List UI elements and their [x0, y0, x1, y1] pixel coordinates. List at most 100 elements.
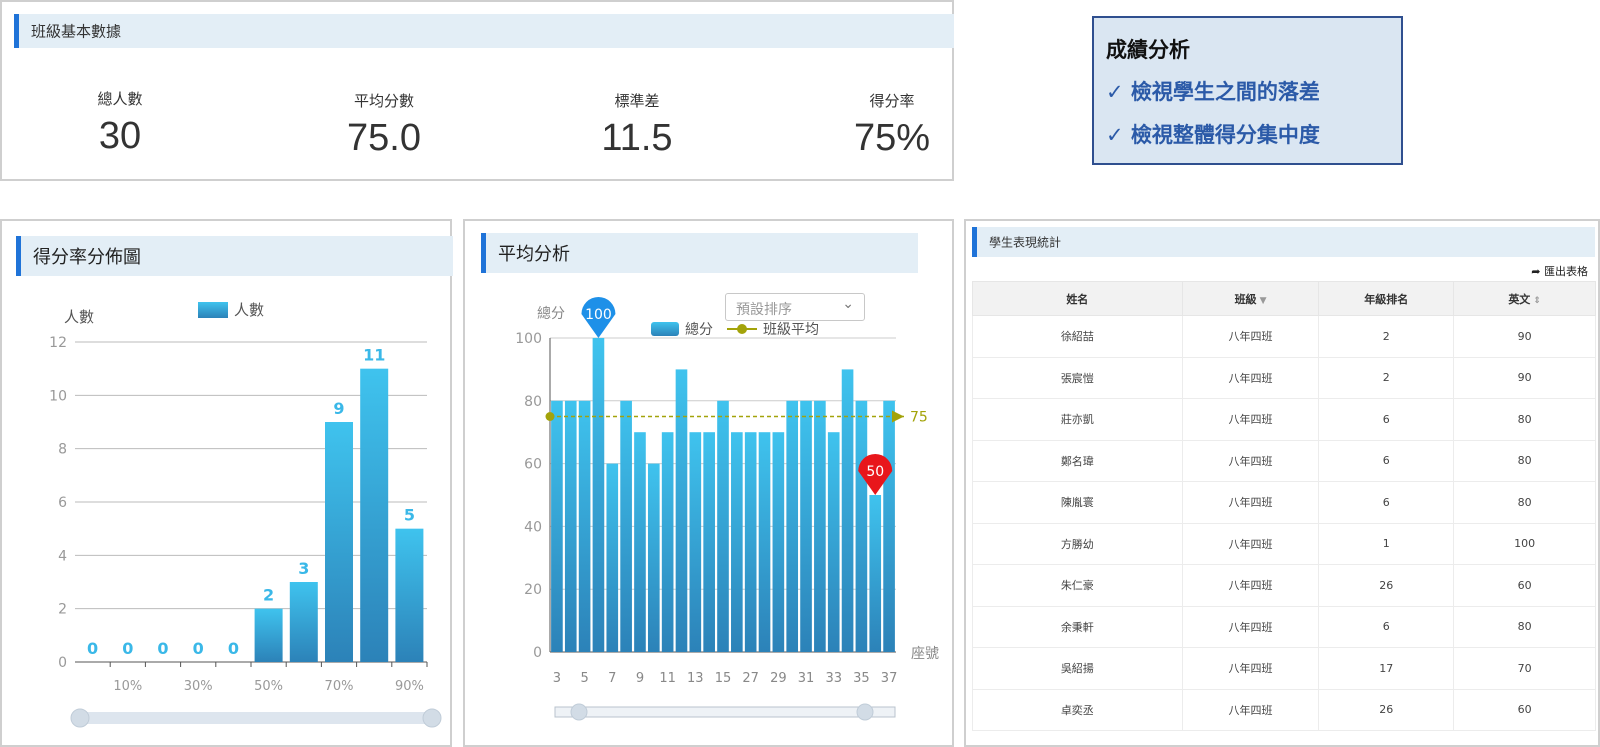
stat-value: 11.5: [601, 117, 673, 159]
average-line-arrow: [892, 410, 904, 423]
y-tick-label: 80: [524, 394, 542, 410]
bar: [717, 400, 729, 652]
table-cell: 17: [1318, 647, 1455, 690]
y-tick-label: 20: [524, 582, 542, 598]
legend-swatch: [198, 302, 228, 318]
stat-value: 75.0: [347, 117, 421, 159]
table-row[interactable]: 方勝幼 八年四班 1 100: [972, 523, 1596, 565]
bar: [869, 495, 882, 652]
student-table: 姓名 班級 ▼ 年級排名 英文 ⇕ 徐紹喆 八年四班 2 90 張宸愷 八年四班 2 90 莊亦凱八…: [972, 281, 1596, 731]
y-tick-label: 6: [58, 495, 67, 511]
bar: [814, 400, 826, 652]
table-cell: 60: [1453, 564, 1596, 607]
table-row[interactable]: 余秉軒 八年四班 6 80: [972, 606, 1596, 648]
data-label: 0: [228, 639, 239, 658]
data-label: 3: [298, 559, 309, 578]
bar: [606, 463, 619, 652]
x-tick-label: 50%: [254, 679, 283, 694]
bar: [620, 400, 632, 652]
x-tick-label: 70%: [325, 679, 354, 694]
data-label: 0: [193, 639, 204, 658]
table-row[interactable]: 莊亦凱 八年四班 6 80: [972, 398, 1596, 441]
x-tick-label: 35: [853, 671, 870, 686]
bar: [592, 338, 605, 652]
column-header-english[interactable]: 英文 ⇕: [1453, 281, 1596, 316]
table-cell: 70: [1453, 647, 1596, 690]
legend-swatch: [651, 322, 679, 336]
table-row[interactable]: 朱仁豪 八年四班 26 60: [972, 564, 1596, 607]
table-cell: 2: [1318, 315, 1455, 358]
table-row[interactable]: 鄭名瑋 八年四班 6 80: [972, 440, 1596, 482]
bar: [744, 432, 757, 652]
bar: [661, 432, 674, 652]
table-cell: 八年四班: [1181, 357, 1320, 399]
table-cell: 朱仁豪: [972, 564, 1183, 607]
table-row[interactable]: 徐紹喆 八年四班 2 90: [972, 315, 1596, 358]
y-tick-label: 0: [58, 655, 67, 671]
y-tick-label: 12: [49, 335, 67, 351]
x-tick-label: 15: [715, 671, 732, 686]
callout-item: ✓ 檢視整體得分集中度: [1106, 123, 1320, 147]
table-cell: 陳胤寰: [972, 481, 1183, 524]
table-cell: 八年四班: [1181, 647, 1320, 690]
sort-icon[interactable]: ⇕: [1533, 296, 1541, 306]
bar: [758, 432, 771, 652]
min-pin-label: 50: [866, 464, 884, 480]
column-header-class[interactable]: 班級 ▼: [1181, 281, 1320, 316]
zoom-handle-left: [70, 708, 90, 728]
table-cell: 2: [1318, 357, 1455, 399]
analysis-callout: 成績分析 ✓ 檢視學生之間的落差 ✓ 檢視整體得分集中度: [1092, 16, 1403, 165]
export-button[interactable]: ➦ 匯出表格: [1531, 263, 1588, 279]
table-cell: 80: [1453, 440, 1596, 482]
table-cell: 莊亦凱: [972, 398, 1183, 441]
table-cell: 吳紹揚: [972, 647, 1183, 690]
x-tick-label: 29: [770, 671, 787, 686]
bar: [578, 400, 591, 652]
stat-label: 平均分數: [353, 92, 414, 110]
bar: [841, 369, 854, 652]
table-cell: 張宸愷: [972, 357, 1183, 399]
table-row[interactable]: 卓奕丞 八年四班 26 60: [972, 689, 1596, 731]
table-cell: 八年四班: [1181, 689, 1320, 731]
table-header: 學生表現統計: [972, 227, 1595, 257]
zoom-slider-track: [554, 706, 896, 718]
bar: [564, 400, 577, 652]
average-value-label: 75: [910, 410, 928, 426]
zoom-handle-right: [856, 703, 874, 721]
table-cell: 6: [1318, 440, 1455, 482]
table-cell: 方勝幼: [972, 523, 1183, 565]
data-label: 11: [363, 346, 385, 365]
table-row[interactable]: 張宸愷 八年四班 2 90: [972, 357, 1596, 399]
table-cell: 八年四班: [1181, 315, 1320, 358]
table-row[interactable]: 陳胤寰 八年四班 6 80: [972, 481, 1596, 524]
data-label: 9: [333, 399, 344, 418]
stat-std-dev: 標準差 11.5: [547, 90, 727, 160]
bar: [254, 608, 283, 662]
y-tick-label: 10: [49, 388, 67, 404]
stats-title: 班級基本數據: [31, 22, 122, 41]
x-tick-label: 13: [687, 671, 704, 686]
y-tick-label: 4: [58, 548, 67, 564]
table-cell: 八年四班: [1181, 606, 1320, 648]
bar: [731, 432, 743, 652]
score-distribution-panel: 得分率分佈圖 0 2 4 6 8 10 12 人數 人數 0 0 0 0 0 2 3 9 11 5 10% 30% 50%…: [0, 219, 453, 747]
table-cell: 鄭名瑋: [972, 440, 1183, 482]
table-cell: 100: [1453, 523, 1596, 565]
x-tick-label: 30%: [184, 679, 213, 694]
table-row[interactable]: 吳紹揚 八年四班 17 70: [972, 647, 1596, 690]
filter-icon[interactable]: ▼: [1260, 296, 1267, 306]
bar: [289, 582, 318, 662]
x-tick-label: 33: [825, 671, 842, 686]
x-tick-label: 3: [553, 671, 561, 686]
y-tick-label: 100: [515, 331, 542, 347]
data-label: 0: [87, 639, 98, 658]
stat-label: 標準差: [614, 92, 660, 110]
column-header-rank: 年級排名: [1318, 281, 1455, 316]
x-tick-label: 31: [798, 671, 815, 686]
stat-value: 75%: [853, 117, 931, 159]
stat-total-students: 總人數 30: [30, 88, 210, 158]
x-axis-label: 座號: [911, 646, 939, 662]
legend-label: 總分: [685, 321, 713, 338]
table-cell: 90: [1453, 315, 1596, 358]
student-stats-panel: 學生表現統計 ➦ 匯出表格 姓名 班級 ▼ 年級排名 英文 ⇕ 徐紹喆 八年四班 2 90…: [964, 219, 1600, 747]
